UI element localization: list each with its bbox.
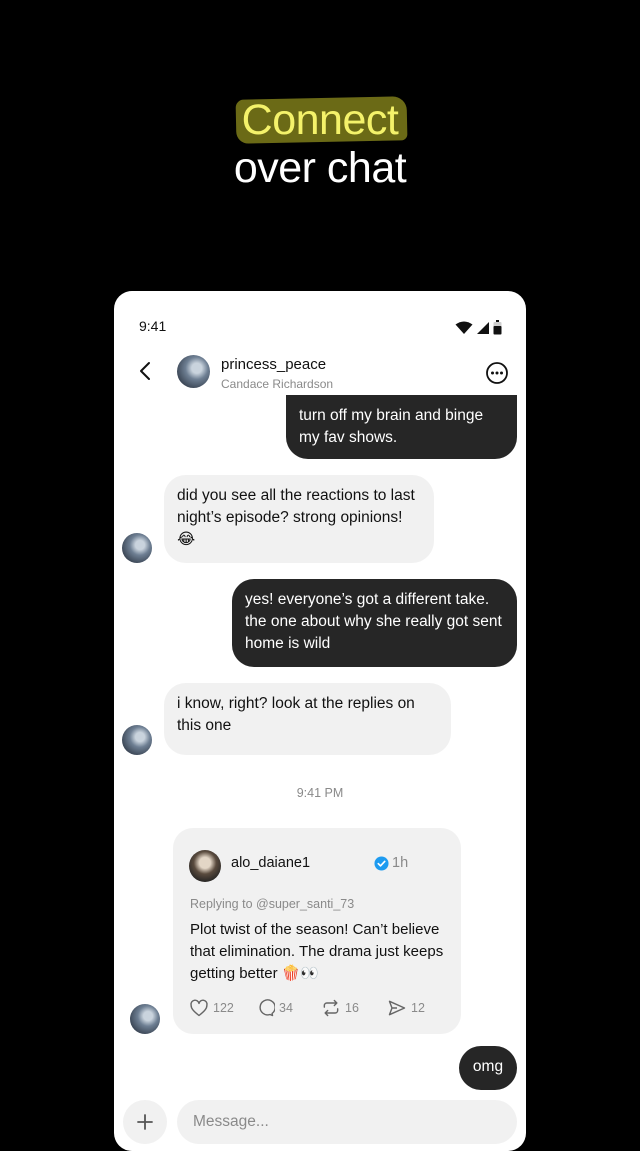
chat-username[interactable]: princess_peace	[221, 356, 326, 373]
post-username[interactable]: alo_daiane1	[231, 855, 310, 871]
avatar	[122, 533, 152, 563]
signal-icon	[477, 322, 489, 334]
more-options-icon[interactable]	[485, 361, 509, 385]
hero-title: Connect over chat	[0, 96, 640, 192]
avatar	[122, 725, 152, 755]
post-avatar[interactable]	[189, 850, 221, 882]
comment-icon	[259, 999, 275, 1017]
post-replying-to: Replying to @super_santi_73	[190, 897, 355, 911]
repost-count: 16	[345, 1001, 359, 1015]
message-incoming[interactable]: i know, right? look at the replies on th…	[164, 683, 451, 755]
repost-button[interactable]: 16	[321, 998, 387, 1018]
message-outgoing[interactable]: yes! everyone’s got a different take. th…	[232, 579, 517, 667]
message-outgoing[interactable]: turn off my brain and binge my fav shows…	[286, 395, 517, 459]
hero-highlight-text: Connect	[241, 96, 399, 144]
status-time: 9:41	[139, 318, 167, 334]
timestamp: 9:41 PM	[296, 786, 344, 800]
add-attachment-button[interactable]	[123, 1100, 167, 1144]
hero-line-1: Connect	[0, 96, 640, 144]
avatar[interactable]	[177, 355, 210, 388]
plus-icon	[137, 1114, 153, 1130]
shared-post[interactable]: alo_daiane1 1h Replying to @super_santi_…	[173, 828, 461, 1034]
like-button[interactable]: 122	[189, 998, 255, 1018]
post-actions: 122 34 16 12	[189, 998, 453, 1018]
system-icons	[455, 320, 502, 335]
repost-icon	[323, 999, 339, 1017]
message-composer	[114, 1097, 526, 1151]
message-input[interactable]	[177, 1100, 517, 1144]
avatar	[130, 1004, 160, 1034]
share-icon	[388, 1000, 406, 1016]
wifi-icon	[455, 321, 473, 334]
message-incoming[interactable]: did you see all the reactions to last ni…	[164, 475, 434, 563]
chat-fullname: Candace Richardson	[221, 377, 334, 391]
comment-button[interactable]: 34	[255, 998, 321, 1018]
share-count: 12	[411, 1001, 425, 1015]
message-outgoing[interactable]: omg	[459, 1046, 517, 1090]
back-arrow-icon[interactable]	[134, 359, 158, 383]
phone-screen: 9:41 princess_peace Candace Richardson t…	[114, 291, 526, 1151]
comment-count: 34	[279, 1001, 293, 1015]
heart-icon	[190, 999, 208, 1017]
post-text: Plot twist of the season! Can’t believe …	[190, 921, 444, 982]
battery-icon	[493, 320, 502, 335]
hero-line-2: over chat	[233, 144, 407, 192]
like-count: 122	[213, 1001, 234, 1015]
hero-highlight: Connect	[235, 96, 407, 144]
post-age: 1h	[392, 855, 409, 871]
verified-icon	[374, 856, 389, 871]
share-button[interactable]: 12	[387, 998, 453, 1018]
